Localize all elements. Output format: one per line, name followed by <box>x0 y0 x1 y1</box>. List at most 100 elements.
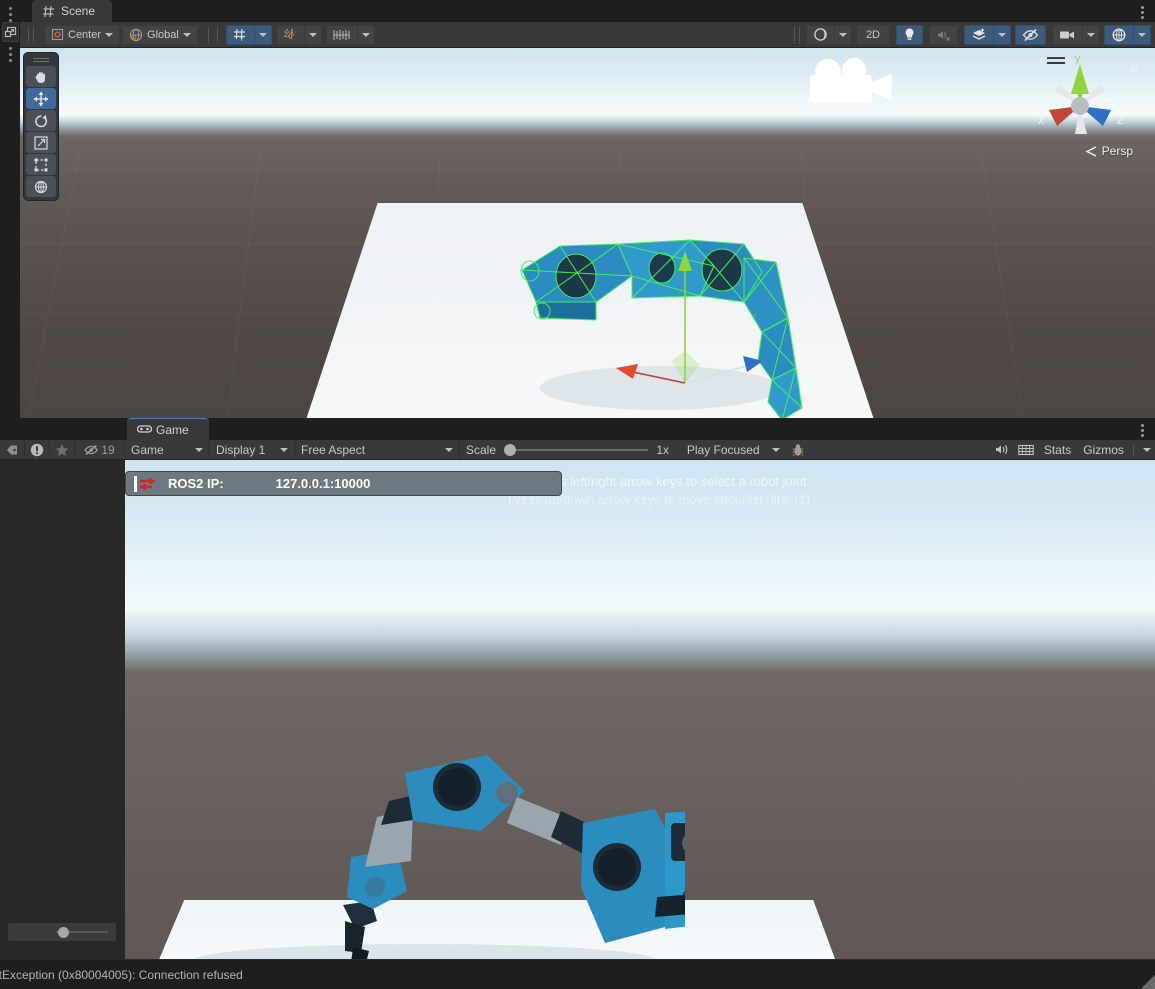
game-panel-menu[interactable] <box>1137 422 1147 439</box>
hidden-objects-icon <box>1022 28 1039 41</box>
rail-kebab-bottom[interactable] <box>6 44 15 65</box>
mute-audio-button[interactable] <box>990 440 1014 459</box>
gizmos-dropdown[interactable] <box>1134 24 1151 45</box>
grid-visibility-button[interactable]: Y <box>225 24 255 45</box>
left-mini-panel: 19 <box>0 418 125 959</box>
move-gizmo[interactable] <box>600 243 780 403</box>
panel-expand-icon <box>4 26 17 37</box>
scale-slider-group[interactable]: Scale 1x <box>460 440 675 459</box>
camera-dropdown[interactable] <box>1083 24 1100 45</box>
move-tool[interactable] <box>26 88 56 109</box>
snap-increment-icon <box>283 28 295 39</box>
scene-camera-gizmo-icon <box>810 58 892 103</box>
hand-icon <box>35 71 45 83</box>
chevron-down-icon-4 <box>308 32 317 37</box>
svg-text:x: x <box>1038 113 1044 127</box>
grid-line <box>980 147 1024 415</box>
mini-panel-body <box>0 460 125 959</box>
chevron-down-icon-9 <box>1138 32 1146 37</box>
effects-icon <box>972 28 986 40</box>
ruler-group <box>325 24 375 45</box>
chevron-down-icon-8 <box>1087 32 1095 37</box>
rect-transform-icon <box>34 158 48 171</box>
stats-label: Stats <box>1043 442 1072 457</box>
handle-space-dropdown[interactable]: Global <box>122 24 198 45</box>
toolbar-divider-1b <box>33 26 34 43</box>
favorite-star-icon <box>55 443 69 456</box>
gizmos-button[interactable]: Gizmos | <box>1077 440 1155 459</box>
shading-sphere-icon <box>814 28 827 41</box>
favorite-button[interactable] <box>50 439 75 460</box>
scale-tool[interactable] <box>26 132 56 153</box>
tag-button[interactable] <box>0 439 25 460</box>
rail-panel-button[interactable] <box>2 22 19 42</box>
ros2-ip-label: ROS2 IP: <box>168 476 224 491</box>
stats-grid-button[interactable] <box>1014 440 1038 459</box>
fx-dropdown[interactable] <box>994 24 1011 45</box>
ros2-ip-value: 127.0.0.1:10000 <box>275 476 371 491</box>
svg-text:z: z <box>1117 113 1123 127</box>
audio-mute-icon <box>938 30 950 41</box>
error-button[interactable] <box>25 439 50 460</box>
camera-gizmo[interactable] <box>800 58 900 113</box>
debug-toggle[interactable] <box>786 440 810 459</box>
display-dropdown[interactable]: Display 1 <box>210 440 295 459</box>
tool-palette-grip[interactable] <box>26 55 56 65</box>
game-viewport[interactable]: Press left/right arrow keys to select a … <box>125 460 1155 989</box>
aspect-dropdown[interactable]: Free Aspect <box>295 440 460 459</box>
scene-gizmos-button[interactable] <box>1104 24 1134 45</box>
ruler-button[interactable] <box>325 24 358 45</box>
shading-mode-dropdown[interactable] <box>834 24 852 45</box>
chevron-down-icon-3 <box>258 32 267 37</box>
toolbar-divider-3 <box>793 26 795 43</box>
audio-speaker-icon <box>996 444 1008 455</box>
ros2-ip-overlay[interactable]: ROS2 IP: 127.0.0.1:10000 <box>125 471 562 496</box>
aspect-label: Free Aspect <box>301 442 366 457</box>
game-view-type-label: Game <box>131 442 164 457</box>
hidden-count-button[interactable]: 19 <box>75 439 125 460</box>
scene-viewport[interactable]: y x z Persp <box>20 48 1155 418</box>
tab-game[interactable]: Game <box>127 418 209 440</box>
scene-panel: Scene Center Global Y 2D y x z Persp <box>20 0 1155 418</box>
projection-mode-toggle[interactable]: Persp <box>1085 144 1133 158</box>
game-toolbar: Game Display 1 Free Aspect Scale 1x Play <box>125 440 1155 460</box>
resize-grip[interactable] <box>1141 975 1155 989</box>
toolbar-divider-2 <box>207 26 209 43</box>
pivot-mode-label: Center <box>68 28 102 41</box>
game-tabbar: Game <box>0 418 1155 440</box>
rotate-tool[interactable] <box>26 110 56 131</box>
tab-scene[interactable]: Scene <box>32 0 112 22</box>
game-view-type-dropdown[interactable]: Game <box>125 440 210 459</box>
scene-camera-button[interactable] <box>1052 24 1083 45</box>
svg-text:y: y <box>1075 53 1081 65</box>
shading-mode-button[interactable] <box>805 24 835 45</box>
2d-toggle-button[interactable]: 2D <box>855 24 890 45</box>
chevron-down-icon-6 <box>838 32 847 37</box>
scale-slider[interactable] <box>504 443 649 456</box>
mini-panel-slider[interactable] <box>8 923 116 941</box>
mini-slider-handle[interactable] <box>58 926 69 938</box>
grid-dropdown[interactable] <box>254 24 272 45</box>
status-bar[interactable]: etException (0x80004005): Connection ref… <box>0 959 1155 989</box>
scene-lighting-button[interactable] <box>896 24 923 45</box>
play-mode-dropdown[interactable]: Play Focused <box>680 440 786 459</box>
scene-tabbar: Scene <box>20 0 1155 22</box>
scale-slider-handle[interactable] <box>504 443 517 456</box>
display-label: Display 1 <box>216 442 266 457</box>
stats-button[interactable]: Stats <box>1038 440 1077 459</box>
transform-tool[interactable] <box>26 176 56 197</box>
scene-tab-menu[interactable] <box>1137 4 1147 21</box>
scene-audio-button[interactable] <box>929 24 958 45</box>
scene-visibility-button[interactable] <box>1015 24 1046 45</box>
rect-tool[interactable] <box>26 154 56 175</box>
scene-tool-palette <box>23 52 59 201</box>
ruler-dropdown[interactable] <box>357 24 375 45</box>
hand-tool[interactable] <box>26 66 56 87</box>
chevron-down-icon-7 <box>998 32 1006 37</box>
chevron-down-icon-10 <box>195 447 203 452</box>
pivot-mode-dropdown[interactable]: Center <box>44 24 121 45</box>
scene-fx-button[interactable] <box>964 24 994 45</box>
perspective-icon <box>1085 145 1096 157</box>
snap-increment-button[interactable] <box>275 24 305 45</box>
snap-increment-dropdown[interactable] <box>304 24 322 45</box>
